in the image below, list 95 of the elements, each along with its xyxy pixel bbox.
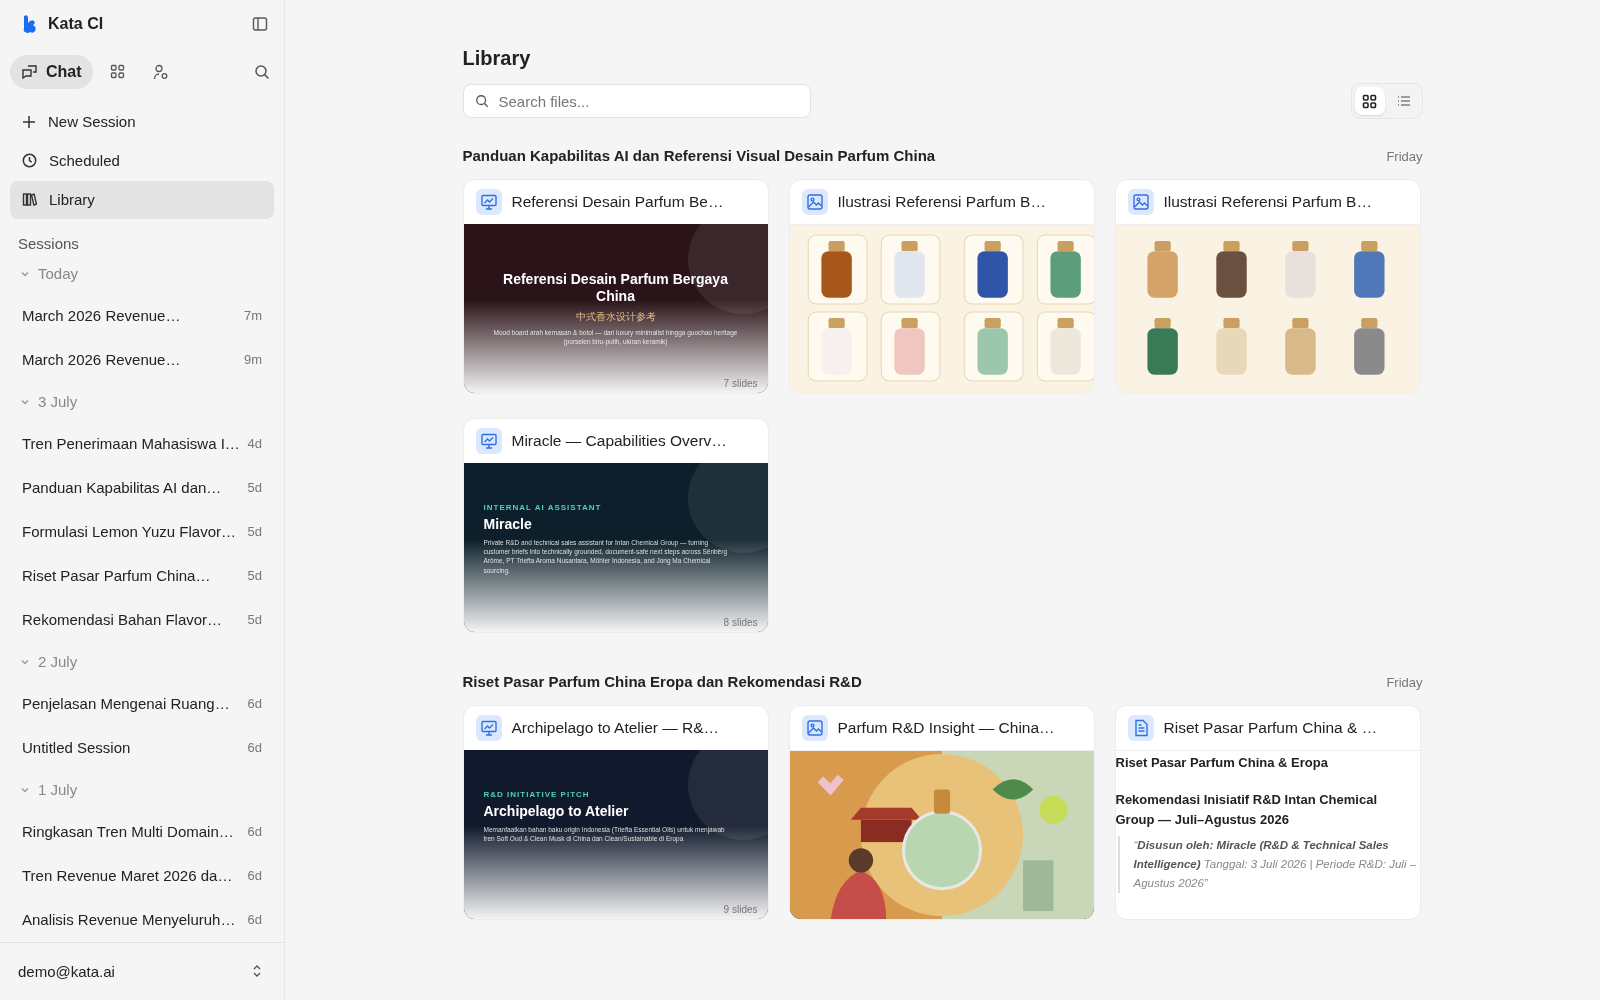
session-age: 6d	[247, 868, 262, 884]
file-card[interactable]	[462, 179, 769, 394]
session-item[interactable]: March 2026 Revenue… 7m	[10, 293, 274, 338]
expand-icon[interactable]	[252, 964, 262, 979]
section-title: Riset Pasar Parfum China Eropa dan Rekomendasi R&D	[462, 673, 862, 690]
session-title: Panduan Kapabilitas AI dan…	[22, 479, 223, 497]
section-date: Friday	[1386, 149, 1423, 164]
file-name: Referensi Desain Parfum Be…	[511, 193, 724, 211]
document-heading: Riset Pasar Parfum China & Eropa	[1115, 754, 1329, 772]
clock-icon	[22, 153, 37, 169]
sidebar-toggle-icon[interactable]	[252, 16, 268, 33]
file-name: Miracle — Capabilities Overv…	[511, 432, 727, 450]
file-card[interactable]: Parfum R&D Insight — China…	[788, 705, 1095, 920]
session-age: 9m	[243, 352, 262, 368]
page-title: Library	[462, 47, 532, 70]
session-title: Untitled Session	[22, 739, 132, 757]
session-item[interactable]: Panduan Kapabilitas AI dan… 5d	[10, 465, 274, 510]
session-item[interactable]: Tren Penerimaan Mahasiswa I… 4d	[10, 421, 274, 466]
session-title: Analisis Revenue Menyeluruh…	[22, 911, 237, 929]
session-item[interactable]: Riset Pasar Parfum China… 5d	[10, 553, 274, 598]
session-age: 6d	[247, 824, 262, 840]
slide-count: 7 slides	[723, 378, 758, 389]
session-age: 7m	[243, 308, 262, 324]
session-title: Rekomendasi Bahan Flavor…	[22, 611, 224, 629]
file-card[interactable]: Ilustrasi Referensi Parfum B…	[1114, 179, 1421, 394]
session-item[interactable]: Untitled Session 6d	[10, 725, 274, 770]
session-title: Formulasi Lemon Yuzu Flavor…	[22, 523, 237, 541]
session-item[interactable]: Ringkasan Tren Multi Domain… 6d	[10, 809, 274, 854]
file-card[interactable]	[462, 705, 769, 920]
session-age: 6d	[247, 740, 262, 756]
account-email: demo@kata.ai	[18, 962, 116, 980]
slide-kicker: INTERNAL AI ASSISTANT	[483, 503, 602, 512]
plus-icon	[22, 114, 36, 129]
session-item[interactable]: Analisis Revenue Menyeluruh… 6d	[10, 897, 274, 942]
slide-kicker: R&D INITIATIVE PITCH	[483, 790, 590, 799]
session-age: 4d	[247, 436, 262, 452]
session-item[interactable]: Tren Revenue Maret 2026 da… 6d	[10, 853, 274, 898]
section-title: Panduan Kapabilitas AI dan Referensi Visual Desain Parfum China	[462, 147, 936, 164]
presentation-icon	[475, 428, 502, 454]
document-quote: “Disusun oleh: Miracle (R&D & Technical Sales Intelligence) Tanggal: 3 Juli 2026 | Periode R&D: Juli – Agustus 2026”	[1117, 836, 1420, 894]
presentation-icon	[475, 189, 502, 215]
chat-tab[interactable]: Chat	[10, 54, 93, 89]
session-item[interactable]: Formulasi Lemon Yuzu Flavor… 5d	[10, 509, 274, 554]
session-title: Tren Revenue Maret 2026 da…	[22, 867, 234, 885]
session-title: Ringkasan Tren Multi Domain…	[22, 823, 235, 841]
image-icon	[801, 715, 828, 741]
session-age: 5d	[247, 524, 262, 540]
grid-view-button[interactable]	[1354, 87, 1385, 115]
document-subheading: Rekomendasi Inisiatif R&D Intan Chemical Group — Juli–Agustus 2026	[1115, 791, 1378, 830]
slide-title: Miracle	[483, 516, 532, 534]
session-title: Tren Penerimaan Mahasiswa I…	[22, 435, 241, 453]
session-age: 6d	[247, 912, 262, 928]
slide-title: Referensi Desain Parfum Bergaya China	[502, 270, 729, 306]
file-name: Ilustrasi Referensi Parfum B…	[1163, 193, 1372, 211]
section-heading: Sessions	[17, 233, 80, 252]
nav-item[interactable]: New Session	[10, 102, 274, 141]
nav-item[interactable]: Scheduled	[10, 141, 274, 180]
logo-icon	[22, 14, 38, 35]
slide-title: Archipelago to Atelier	[483, 803, 629, 821]
section-date: Friday	[1386, 675, 1423, 690]
session-age: 5d	[247, 480, 262, 496]
session-item[interactable]: Rekomendasi Bahan Flavor… 5d	[10, 597, 274, 642]
file-name: Riset Pasar Parfum China & …	[1163, 719, 1378, 737]
grid-icon	[109, 64, 125, 80]
search-field[interactable]: Search files...	[462, 84, 811, 118]
file-name: Ilustrasi Referensi Parfum B…	[837, 193, 1046, 211]
session-age: 5d	[247, 568, 262, 584]
grid-icon	[1362, 93, 1377, 109]
session-title: Riset Pasar Parfum China…	[22, 567, 212, 585]
person-gear-icon	[152, 63, 169, 80]
nav-item[interactable]: Library	[10, 180, 274, 219]
session-age: 5d	[247, 612, 262, 628]
books-icon	[22, 192, 37, 208]
slide-count: 9 slides	[723, 904, 758, 915]
brand-name: Kata CI	[48, 15, 105, 34]
image-icon	[801, 189, 828, 215]
session-title: March 2026 Revenue…	[22, 351, 182, 369]
session-item[interactable]: March 2026 Revenue… 9m	[10, 337, 274, 382]
file-name: Parfum R&D Insight — China…	[837, 719, 1055, 737]
chat-icon	[21, 63, 38, 80]
slide-subtitle: 中式香水设计参考	[575, 309, 656, 324]
list-icon	[1395, 93, 1412, 109]
file-card[interactable]	[1114, 705, 1421, 920]
file-card[interactable]	[462, 418, 769, 633]
session-item[interactable]: Penjelasan Mengenai Ruang… 6d	[10, 681, 274, 726]
file-name: Archipelago to Atelier — R&…	[511, 719, 720, 737]
slide-count: 8 slides	[723, 617, 758, 628]
session-title: March 2026 Revenue…	[22, 307, 182, 325]
session-title: Penjelasan Mengenai Ruang…	[22, 695, 231, 713]
image-icon	[1127, 189, 1154, 215]
search-icon[interactable]	[254, 63, 270, 80]
presentation-icon	[475, 715, 502, 741]
session-age: 6d	[247, 696, 262, 712]
file-card[interactable]: Ilustrasi Referensi Parfum B…	[788, 179, 1095, 394]
document-icon	[1127, 715, 1154, 741]
